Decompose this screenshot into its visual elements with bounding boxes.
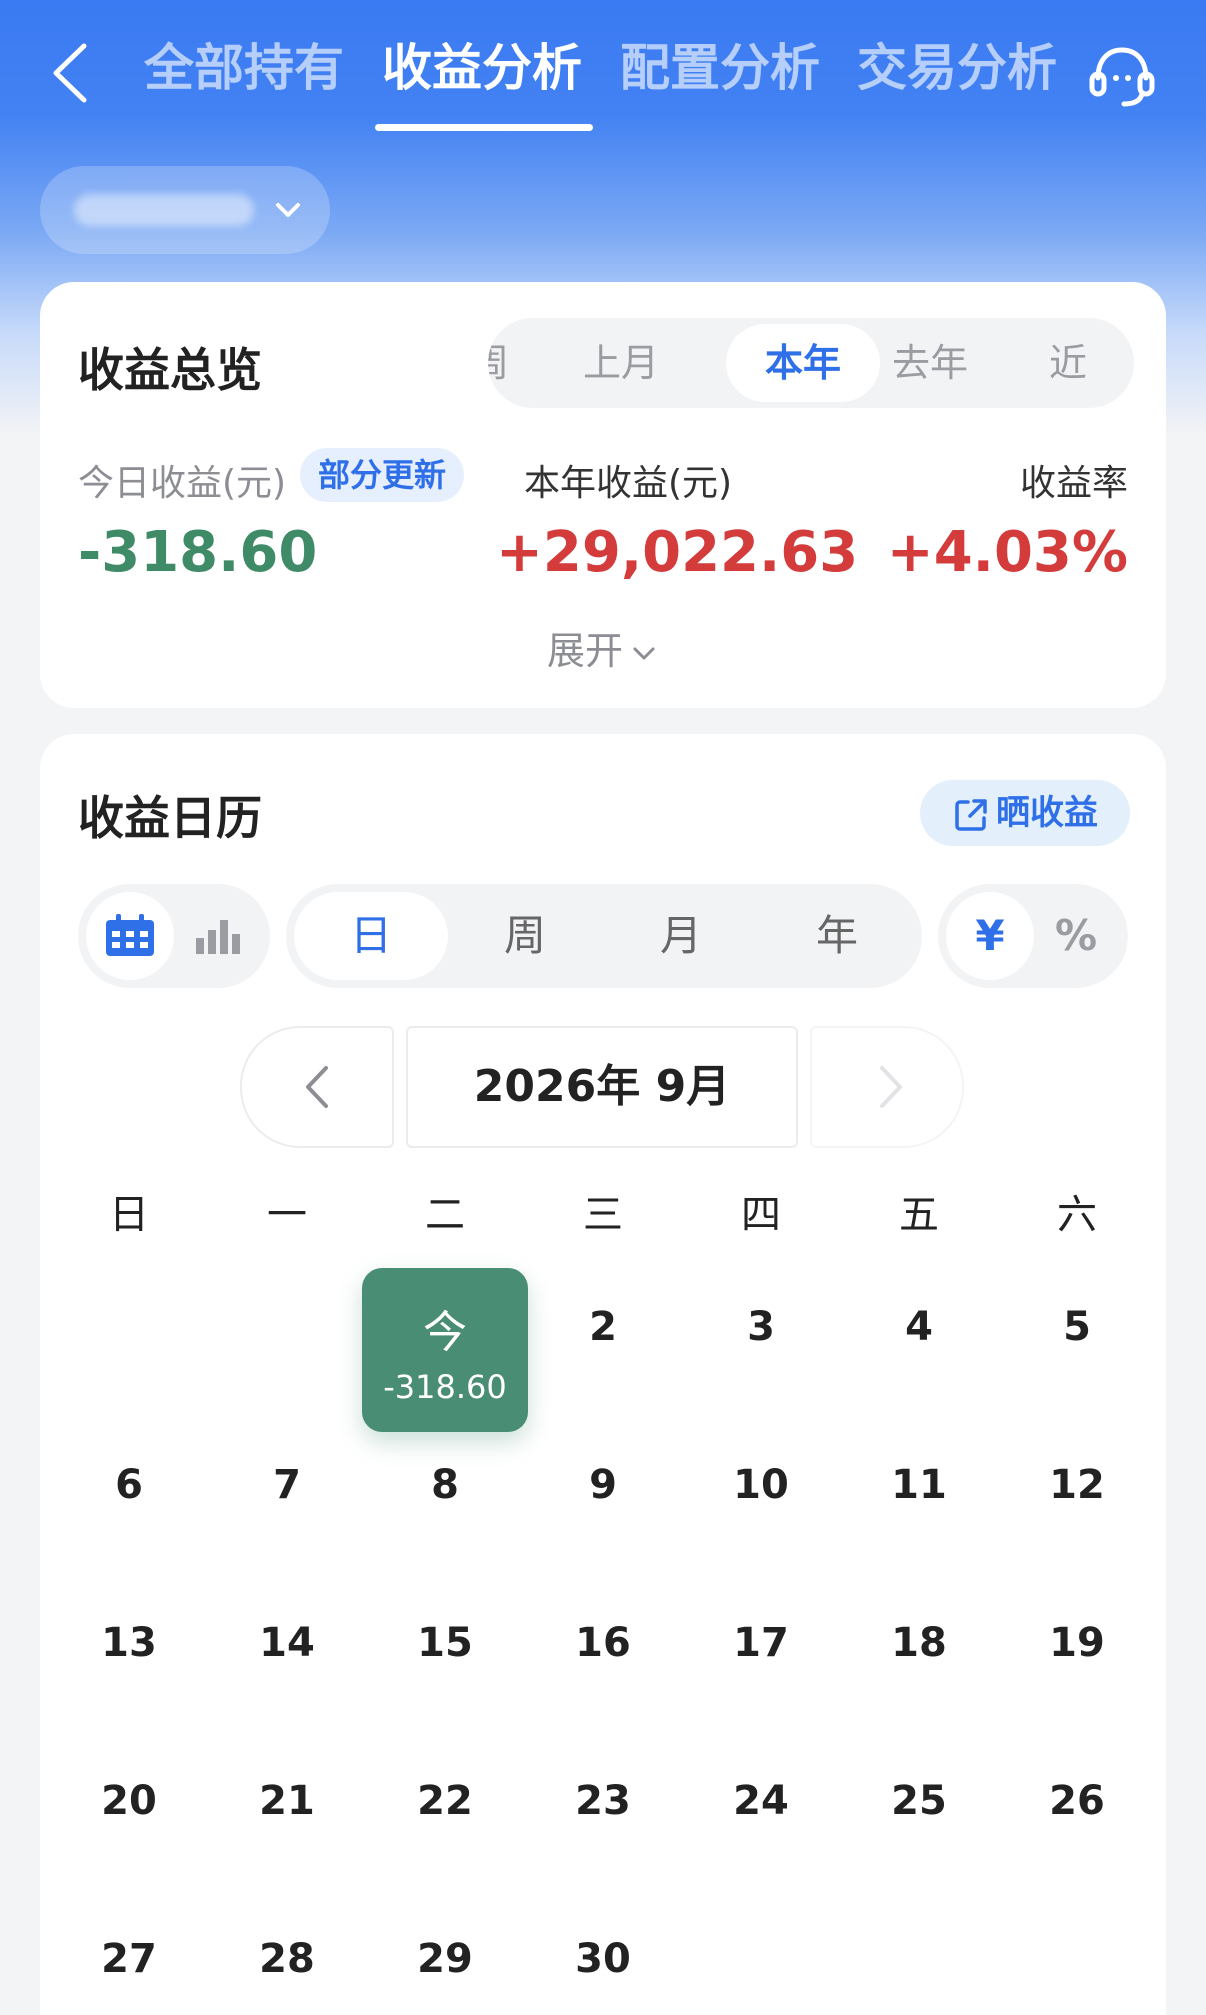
calendar-day[interactable]: 10 [682, 1462, 840, 1508]
chart-view-button[interactable] [174, 892, 262, 980]
account-selector[interactable] [40, 166, 330, 254]
today-cell-value: -318.60 [383, 1368, 507, 1406]
calendar-view-button[interactable] [86, 892, 174, 980]
partial-update-badge: 部分更新 [300, 448, 465, 502]
calendar-day[interactable]: 18 [840, 1620, 998, 1666]
calendar-day[interactable]: 17 [682, 1620, 840, 1666]
year-profit-value: +29,022.63 [496, 520, 859, 585]
calendar-day[interactable]: 5 [998, 1304, 1156, 1350]
return-rate-label: 收益率 [1019, 463, 1128, 504]
calendar-day[interactable]: 16 [524, 1620, 682, 1666]
granularity-month[interactable]: 月 [604, 892, 758, 980]
calendar-day[interactable]: 26 [998, 1778, 1156, 1824]
customer-service-button[interactable] [1086, 42, 1158, 108]
granularity-selector: 日 周 月 年 [286, 884, 922, 988]
account-name-redacted [74, 194, 254, 226]
calendar-day[interactable]: 11 [840, 1462, 998, 1508]
period-week[interactable]: 周 [488, 318, 540, 408]
calendar-day[interactable]: 27 [50, 1936, 208, 1982]
chevron-left-icon [306, 1066, 328, 1108]
calendar-day[interactable]: 21 [208, 1778, 366, 1824]
calendar-day[interactable]: 25 [840, 1778, 998, 1824]
calendar-day[interactable]: 9 [524, 1462, 682, 1508]
expand-button[interactable]: 展开 [40, 620, 1166, 675]
weekday-thu: 四 [741, 1192, 781, 1238]
calendar-day[interactable]: 6 [50, 1462, 208, 1508]
calendar-day[interactable]: 19 [998, 1620, 1156, 1666]
granularity-year[interactable]: 年 [760, 892, 914, 980]
year-profit-label: 本年收益(元) [524, 463, 733, 504]
calendar-day[interactable]: 30 [524, 1936, 682, 1982]
weekday-mon: 一 [267, 1192, 307, 1238]
bar-chart-icon [196, 920, 240, 954]
unit-yuan[interactable]: ¥ [946, 892, 1034, 980]
unit-toggle: ¥ % [938, 884, 1128, 988]
calendar-day[interactable]: 3 [682, 1304, 840, 1350]
tab-trade-analysis[interactable]: 交易分析 [857, 28, 1057, 108]
profit-calendar-card: 收益日历 晒收益 日 周 月 年 ¥ % 2026年 9月 日 一 二 三 四 … [40, 734, 1166, 2015]
next-month-button[interactable] [810, 1026, 964, 1148]
tab-profit-analysis[interactable]: 收益分析 [382, 28, 582, 108]
calendar-day[interactable]: 8 [366, 1462, 524, 1508]
tab-allocation-analysis[interactable]: 配置分析 [620, 28, 820, 108]
period-last-month[interactable]: 上月 [544, 318, 698, 408]
calendar-day[interactable]: 29 [366, 1936, 524, 1982]
share-label: 晒收益 [996, 793, 1098, 833]
period-recent[interactable]: 近 [1028, 318, 1108, 408]
weekday-sat: 六 [1057, 1192, 1097, 1238]
weekday-sun: 日 [109, 1192, 149, 1238]
headset-icon [1089, 47, 1155, 107]
chevron-down-icon [276, 203, 300, 217]
expand-label: 展开 [546, 629, 623, 673]
chevron-right-icon [880, 1066, 902, 1108]
today-profit-value: -318.60 [78, 520, 318, 585]
return-rate-value: +4.03% [886, 520, 1128, 585]
prev-month-button[interactable] [240, 1026, 394, 1148]
calendar-day[interactable]: 13 [50, 1620, 208, 1666]
granularity-day[interactable]: 日 [294, 892, 448, 980]
profit-overview-card: 收益总览 周 上月 本年 去年 近 今日收益(元) 部分更新 本年收益(元) 收… [40, 282, 1166, 708]
calendar-day[interactable]: 22 [366, 1778, 524, 1824]
weekday-wed: 三 [583, 1192, 623, 1238]
calendar-day[interactable]: 12 [998, 1462, 1156, 1508]
weekday-fri: 五 [899, 1192, 939, 1238]
period-last-year[interactable]: 去年 [853, 318, 1007, 408]
overview-title: 收益总览 [78, 343, 262, 397]
calendar-day[interactable]: 4 [840, 1304, 998, 1350]
calendar-day[interactable]: 24 [682, 1778, 840, 1824]
calendar-day[interactable]: 14 [208, 1620, 366, 1666]
calendar-day[interactable]: 2 [524, 1304, 682, 1350]
calendar-title: 收益日历 [78, 791, 262, 845]
share-profit-button[interactable]: 晒收益 [920, 780, 1130, 846]
tab-all-holdings[interactable]: 全部持有 [144, 28, 344, 108]
calendar-day[interactable]: 23 [524, 1778, 682, 1824]
period-selector: 周 上月 本年 去年 近 [488, 318, 1134, 408]
unit-percent[interactable]: % [1032, 892, 1120, 980]
calendar-today-cell[interactable]: 今 -318.60 [362, 1268, 528, 1432]
chevron-left-icon [53, 43, 87, 103]
share-icon [955, 798, 987, 831]
weekday-tue: 二 [425, 1192, 465, 1238]
today-label: 今 [423, 1307, 467, 1358]
calendar-day[interactable]: 7 [208, 1462, 366, 1508]
calendar-day[interactable]: 15 [366, 1620, 524, 1666]
top-nav: 全部持有 收益分析 配置分析 交易分析 [0, 0, 1206, 140]
back-button[interactable] [46, 40, 96, 106]
calendar-day[interactable]: 20 [50, 1778, 208, 1824]
view-toggle [78, 884, 270, 988]
calendar-icon [106, 914, 154, 956]
active-tab-indicator [375, 124, 593, 131]
chevron-down-icon [633, 647, 655, 659]
granularity-week[interactable]: 周 [448, 892, 602, 980]
month-label: 2026年 9月 [406, 1026, 798, 1148]
calendar-day[interactable]: 28 [208, 1936, 366, 1982]
today-profit-label: 今日收益(元) [78, 463, 287, 504]
